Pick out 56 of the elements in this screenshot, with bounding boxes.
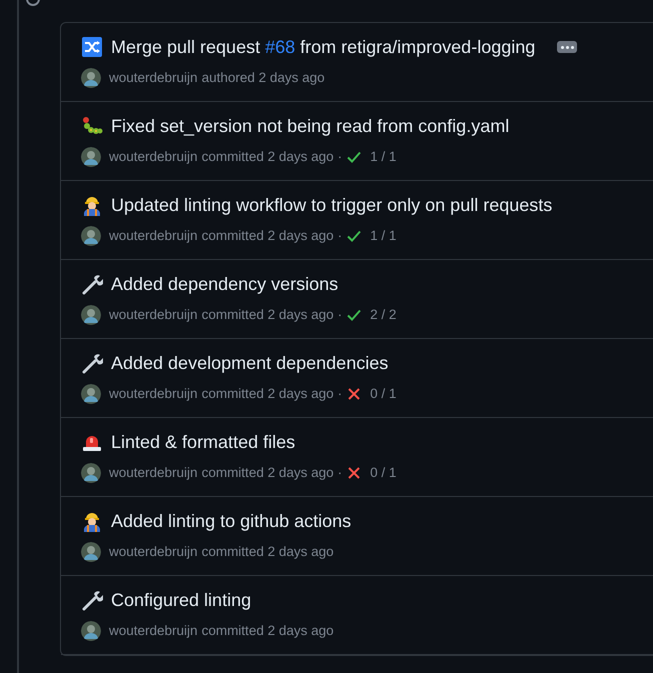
avatar[interactable] xyxy=(81,68,101,88)
avatar[interactable] xyxy=(81,226,101,246)
caterpillar-icon xyxy=(81,115,103,137)
commit-time: committed 2 days ago xyxy=(202,464,334,482)
more-button[interactable] xyxy=(557,41,578,53)
check-icon[interactable] xyxy=(346,307,362,323)
wrench-icon xyxy=(81,589,103,611)
commit-title[interactable]: Linted & formatted files xyxy=(111,429,296,455)
commit-title[interactable]: Updated linting workflow to trigger only on pull requests xyxy=(111,192,552,218)
separator-dot: · xyxy=(338,306,342,324)
separator-dot: · xyxy=(338,148,342,166)
avatar[interactable] xyxy=(81,384,101,404)
avatar[interactable] xyxy=(81,147,101,167)
author-link[interactable]: wouterdebruijn xyxy=(109,226,198,246)
separator-dot: · xyxy=(338,464,342,482)
pull-request-link[interactable]: #68 xyxy=(265,37,296,57)
separator-dot: · xyxy=(338,227,342,245)
commit-time: committed 2 days ago xyxy=(202,306,334,324)
wrench-icon xyxy=(81,273,103,295)
avatar[interactable] xyxy=(81,542,101,562)
wrench-icon xyxy=(81,352,103,374)
author-link[interactable]: wouterdebruijn xyxy=(109,621,198,641)
author-link[interactable]: wouterdebruijn xyxy=(109,147,198,167)
commit-title[interactable]: Configured linting xyxy=(111,587,252,613)
check-icon[interactable] xyxy=(346,228,362,244)
commit-title[interactable]: Added dependency versions xyxy=(111,271,338,297)
avatar[interactable] xyxy=(81,305,101,325)
commit-time: committed 2 days ago xyxy=(202,622,334,640)
commit-title[interactable]: Merge pull request #68 from retigra/improved-logging xyxy=(111,34,536,60)
author-link[interactable]: wouterdebruijn xyxy=(109,305,198,325)
author-link[interactable]: wouterdebruijn xyxy=(109,542,198,562)
separator-dot: · xyxy=(338,385,342,403)
shuffle-icon xyxy=(81,36,103,58)
check-count[interactable]: 0 / 1 xyxy=(370,463,396,483)
cross-icon[interactable] xyxy=(346,386,362,402)
check-count[interactable]: 1 / 1 xyxy=(370,147,396,167)
author-link[interactable]: wouterdebruijn xyxy=(109,68,198,88)
check-count[interactable]: 1 / 1 xyxy=(370,226,396,246)
check-count[interactable]: 2 / 2 xyxy=(370,305,396,325)
author-link[interactable]: wouterdebruijn xyxy=(109,384,198,404)
avatar[interactable] xyxy=(81,463,101,483)
commit-title[interactable]: Added development dependencies xyxy=(111,350,388,376)
worker-icon xyxy=(81,510,103,532)
commit-time: committed 2 days ago xyxy=(202,543,334,561)
check-icon[interactable] xyxy=(346,149,362,165)
commit-time: committed 2 days ago xyxy=(202,227,334,245)
check-count[interactable]: 0 / 1 xyxy=(370,384,396,404)
commit-title[interactable]: Fixed set_version not being read from config.yaml xyxy=(111,113,510,139)
commit-time: authored 2 days ago xyxy=(202,69,325,87)
commit-time: committed 2 days ago xyxy=(202,385,334,403)
avatar[interactable] xyxy=(81,621,101,641)
author-link[interactable]: wouterdebruijn xyxy=(109,463,198,483)
cross-icon[interactable] xyxy=(346,465,362,481)
commit-title[interactable]: Added linting to github actions xyxy=(111,508,352,534)
worker-icon xyxy=(81,194,103,216)
commit-time: committed 2 days ago xyxy=(202,148,334,166)
